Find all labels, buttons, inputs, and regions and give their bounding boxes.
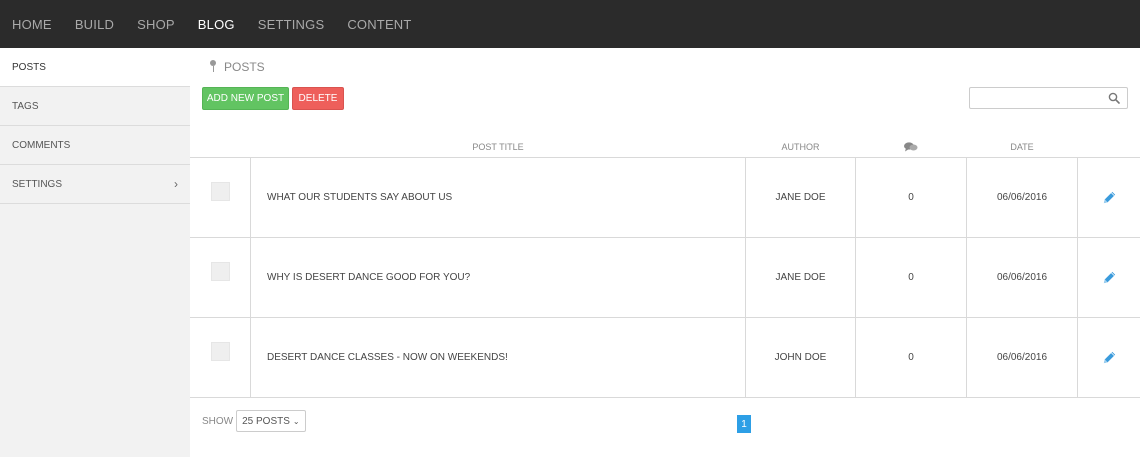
posts-table: WHAT OUR STUDENTS SAY ABOUT US JANE DOE … (190, 157, 1140, 398)
sidebar-item-posts[interactable]: POSTS (0, 48, 190, 87)
row-checkbox-cell (190, 318, 251, 397)
column-header-title[interactable]: POST TITLE (251, 142, 745, 152)
table-row: DESERT DANCE CLASSES - NOW ON WEEKENDS! … (190, 318, 1140, 398)
pencil-icon[interactable] (1102, 190, 1117, 205)
pencil-icon[interactable] (1102, 350, 1117, 365)
pencil-icon[interactable] (1102, 270, 1117, 285)
sidebar-item-label: POSTS (12, 61, 46, 73)
chevron-down-icon: ⌄ (292, 416, 300, 426)
page-size-control: SHOW 25 POSTS ⌄ (202, 410, 306, 432)
sidebar-item-label: TAGS (12, 100, 39, 112)
page-size-value: 25 POSTS (242, 415, 290, 427)
show-label: SHOW (202, 415, 234, 427)
pagination-page-1[interactable]: 1 (737, 415, 751, 433)
search-input[interactable] (970, 88, 1100, 108)
nav-item-content[interactable]: CONTENT (347, 17, 411, 32)
post-date: 06/06/2016 (967, 318, 1078, 397)
sidebar: POSTS TAGS COMMENTS SETTINGS › (0, 48, 190, 457)
post-title[interactable]: DESERT DANCE CLASSES - NOW ON WEEKENDS! (251, 318, 746, 397)
breadcrumb: POSTS (208, 60, 265, 74)
chevron-right-icon: › (174, 177, 178, 191)
post-comment-count: 0 (856, 318, 967, 397)
row-checkbox[interactable] (210, 182, 230, 201)
breadcrumb-label: POSTS (224, 60, 265, 74)
post-author: JANE DOE (746, 238, 856, 317)
edit-cell (1078, 318, 1140, 397)
nav-item-blog[interactable]: BLOG (198, 17, 235, 32)
row-checkbox[interactable] (210, 262, 230, 281)
post-title[interactable]: WHAT OUR STUDENTS SAY ABOUT US (251, 158, 746, 237)
sidebar-item-label: COMMENTS (12, 139, 71, 151)
pin-icon (208, 60, 218, 74)
main-content: POSTS ADD NEW POST DELETE POST TITLE AUT… (190, 48, 1140, 457)
post-author: JOHN DOE (746, 318, 856, 397)
search-icon[interactable] (1108, 92, 1120, 104)
add-new-post-button[interactable]: ADD NEW POST (202, 87, 289, 110)
top-nav: HOME BUILD SHOP BLOG SETTINGS CONTENT (0, 0, 1140, 48)
post-title[interactable]: WHY IS DESERT DANCE GOOD FOR YOU? (251, 238, 746, 317)
nav-item-shop[interactable]: SHOP (137, 17, 175, 32)
nav-item-settings[interactable]: SETTINGS (258, 17, 325, 32)
nav-item-home[interactable]: HOME (12, 17, 52, 32)
table-row: WHAT OUR STUDENTS SAY ABOUT US JANE DOE … (190, 158, 1140, 238)
column-header-author[interactable]: AUTHOR (746, 142, 855, 152)
sidebar-item-tags[interactable]: TAGS (0, 87, 190, 126)
post-comment-count: 0 (856, 238, 967, 317)
column-header-comments[interactable] (856, 142, 966, 154)
sidebar-item-comments[interactable]: COMMENTS (0, 126, 190, 165)
edit-cell (1078, 238, 1140, 317)
row-checkbox[interactable] (210, 342, 230, 361)
nav-item-build[interactable]: BUILD (75, 17, 114, 32)
delete-button[interactable]: DELETE (292, 87, 344, 110)
table-header: POST TITLE AUTHOR DATE (190, 138, 1140, 158)
row-checkbox-cell (190, 238, 251, 317)
edit-cell (1078, 158, 1140, 237)
column-header-date[interactable]: DATE (967, 142, 1077, 152)
row-checkbox-cell (190, 158, 251, 237)
post-author: JANE DOE (746, 158, 856, 237)
sidebar-item-label: SETTINGS (12, 178, 63, 190)
table-row: WHY IS DESERT DANCE GOOD FOR YOU? JANE D… (190, 238, 1140, 318)
search-box (969, 87, 1128, 109)
comment-icon (904, 142, 918, 152)
page-size-select[interactable]: 25 POSTS ⌄ (236, 410, 306, 432)
post-date: 06/06/2016 (967, 238, 1078, 317)
sidebar-item-settings[interactable]: SETTINGS › (0, 165, 190, 204)
post-comment-count: 0 (856, 158, 967, 237)
post-date: 06/06/2016 (967, 158, 1078, 237)
